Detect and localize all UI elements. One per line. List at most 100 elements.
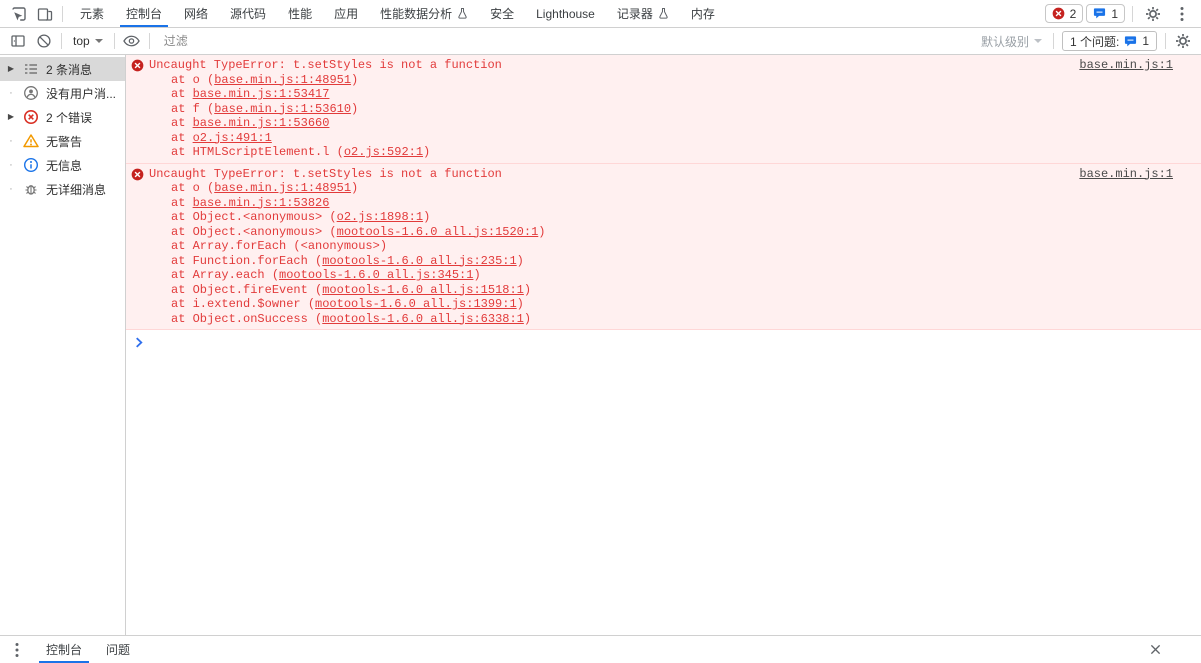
tree-twisty-icon[interactable]: · — [5, 129, 17, 153]
sidebar-item-label: 2 条消息 — [46, 62, 93, 77]
stack-frame: at o (base.min.js:1:48951) — [171, 72, 359, 87]
stack-frame-link[interactable]: base.min.js:1:53826 — [193, 196, 330, 210]
tab-lighthouse[interactable]: Lighthouse — [525, 0, 606, 27]
device-toolbar-icon[interactable] — [32, 2, 58, 26]
issues-label: 1 个问题: — [1069, 34, 1120, 49]
devtools-tabbar: 元素 控制台 网络 源代码 性能 应用 性能数据分析 安全 Lighthouse 记录器 内存 2 … — [0, 0, 1201, 28]
stack-frame-link[interactable]: o2.js:592:1 — [344, 145, 423, 159]
drawer-tab-issues[interactable]: 问题 — [94, 636, 142, 663]
stack-frame: at base.min.js:1:53826 — [171, 195, 330, 210]
stack-frame-link[interactable]: mootools-1.6.0 all.js:6338:1 — [322, 312, 524, 326]
drawer-bar: 控制台 问题 — [0, 635, 1201, 663]
clear-console-icon[interactable] — [31, 29, 57, 53]
error-icon — [131, 168, 144, 181]
stack-trace: at o (base.min.js:1:48951) at base.min.js… — [126, 181, 1201, 326]
error-message-text: Uncaught TypeError: t.setStyles is not a… — [149, 166, 502, 181]
tree-twisty-icon[interactable]: · — [5, 177, 17, 201]
stack-frame-link[interactable]: o2.js:1898:1 — [337, 210, 423, 224]
divider — [113, 33, 115, 49]
stack-frame-link[interactable]: mootools-1.6.0 all.js:1520:1 — [337, 225, 539, 239]
source-location-link[interactable]: base.min.js:1 — [1079, 58, 1173, 73]
tree-twisty-icon[interactable]: ▶ — [5, 57, 17, 81]
error-count-badge[interactable]: 2 — [1044, 4, 1084, 23]
stack-frame: at o2.js:491:1 — [171, 130, 272, 145]
stack-frame: at Object.<anonymous> (o2.js:1898:1) — [171, 210, 431, 224]
divider — [62, 5, 63, 22]
stack-frame: at HTMLScriptElement.l (o2.js:592:1) — [171, 145, 431, 159]
tree-twisty-icon[interactable]: ▶ — [5, 105, 17, 129]
context-selector[interactable]: top — [66, 34, 110, 48]
devtools-window: 元素 控制台 网络 源代码 性能 应用 性能数据分析 安全 Lighthouse 记录器 内存 2 … — [0, 0, 1201, 663]
tree-twisty-icon[interactable]: · — [5, 153, 17, 177]
drawer-more-options-icon[interactable] — [4, 638, 30, 662]
sidebar-item-errors[interactable]: ▶ 2 个错误 — [0, 105, 125, 129]
console-prompt[interactable] — [126, 330, 1201, 354]
stack-frame: at o (base.min.js:1:48951) — [171, 181, 359, 195]
sidebar-item-label: 无警告 — [46, 134, 83, 149]
stack-frame-link[interactable]: base.min.js:1:48951 — [214, 181, 351, 195]
chevron-down-icon — [94, 39, 103, 43]
stack-frame-link[interactable]: base.min.js:1:53660 — [193, 116, 330, 130]
stack-trace: at o (base.min.js:1:48951) at base.min.js… — [126, 73, 1201, 160]
live-expression-eye-icon[interactable] — [119, 29, 145, 53]
sidebar-item-user-messages[interactable]: · 没有用户消... — [0, 81, 125, 105]
log-levels-label: 默认级别 — [980, 34, 1029, 49]
settings-gear-icon[interactable] — [1140, 2, 1166, 26]
stack-frame-link[interactable]: mootools-1.6.0 all.js:345:1 — [279, 268, 473, 282]
sidebar-item-label: 无信息 — [46, 158, 83, 173]
filter-input[interactable] — [163, 34, 964, 48]
source-location-link[interactable]: base.min.js:1 — [1079, 167, 1173, 182]
issue-bubble-icon — [1124, 35, 1137, 48]
console-messages: Uncaught TypeError: t.setStyles is not a… — [126, 55, 1201, 635]
stack-frame: at base.min.js:1:53660 — [171, 116, 330, 130]
tab-recorder[interactable]: 记录器 — [606, 0, 680, 27]
issues-counter-button[interactable]: 1 个问题: 1 — [1061, 31, 1157, 51]
tab-performance-insights[interactable]: 性能数据分析 — [369, 0, 479, 27]
close-drawer-icon[interactable] — [1143, 638, 1167, 662]
stack-frame-link[interactable]: o2.js:491:1 — [193, 131, 272, 145]
tab-network[interactable]: 网络 — [173, 0, 219, 27]
verbose-icon — [23, 181, 39, 197]
stack-frame-link[interactable]: mootools-1.6.0 all.js:1399:1 — [315, 297, 517, 311]
more-options-icon[interactable] — [1169, 2, 1195, 26]
stack-frame-link[interactable]: mootools-1.6.0 all.js:235:1 — [322, 254, 516, 268]
console-error-message: Uncaught TypeError: t.setStyles is not a… — [126, 163, 1201, 330]
sidebar-item-verbose[interactable]: · 无详细消息 — [0, 177, 125, 201]
tab-memory[interactable]: 内存 — [680, 0, 726, 27]
console-sidebar-toggle-icon[interactable] — [5, 29, 31, 53]
drawer-tab-console[interactable]: 控制台 — [34, 636, 94, 663]
stack-frame: at base.min.js:1:53417 — [171, 87, 330, 101]
tab-security[interactable]: 安全 — [479, 0, 525, 27]
stack-frame: at Array.forEach (<anonymous>) — [171, 239, 388, 253]
tree-twisty-icon[interactable]: · — [5, 81, 17, 105]
prompt-chevron-icon — [135, 336, 143, 348]
log-levels-dropdown[interactable]: 默认级别 — [974, 33, 1049, 50]
divider — [1052, 33, 1054, 49]
error-message-text: Uncaught TypeError: t.setStyles is not a… — [149, 58, 502, 72]
console-main-area: ▶ 2 条消息 · 没有用户消... ▶ 2 个错误 · 无警告 · 无信息 ·… — [0, 55, 1201, 635]
sidebar-item-info[interactable]: · 无信息 — [0, 153, 125, 177]
context-selector-label: top — [73, 34, 90, 48]
inspect-element-icon[interactable] — [6, 2, 32, 26]
error-badge-count: 2 — [1069, 6, 1077, 21]
sidebar-item-warnings[interactable]: · 无警告 — [0, 129, 125, 153]
message-bubble-icon — [1093, 7, 1106, 20]
console-settings-gear-icon[interactable] — [1170, 29, 1196, 53]
tab-sources[interactable]: 源代码 — [219, 0, 277, 27]
sidebar-item-all-messages[interactable]: ▶ 2 条消息 — [0, 57, 125, 81]
console-error-message: Uncaught TypeError: t.setStyles is not a… — [126, 55, 1201, 164]
drawer-tabs: 控制台 问题 — [34, 636, 142, 663]
info-icon — [23, 157, 39, 173]
stack-frame-link[interactable]: base.min.js:1:53610 — [214, 102, 351, 116]
list-icon — [23, 61, 39, 77]
tab-console[interactable]: 控制台 — [115, 0, 173, 27]
console-sidebar: ▶ 2 条消息 · 没有用户消... ▶ 2 个错误 · 无警告 · 无信息 ·… — [0, 55, 126, 635]
stack-frame-link[interactable]: base.min.js:1:53417 — [193, 87, 330, 101]
stack-frame: at Object.onSuccess (mootools-1.6.0 all.… — [171, 311, 532, 326]
stack-frame-link[interactable]: base.min.js:1:48951 — [214, 73, 351, 87]
tab-application[interactable]: 应用 — [323, 0, 369, 27]
message-count-badge[interactable]: 1 — [1086, 4, 1125, 23]
stack-frame-link[interactable]: mootools-1.6.0 all.js:1518:1 — [322, 283, 524, 297]
tab-elements[interactable]: 元素 — [69, 0, 115, 27]
tab-performance[interactable]: 性能 — [277, 0, 323, 27]
